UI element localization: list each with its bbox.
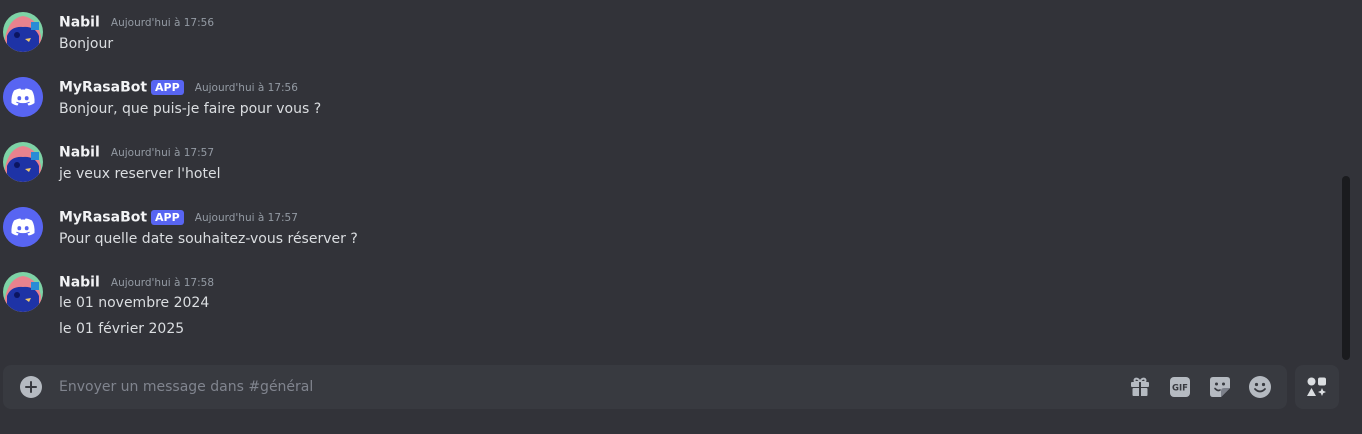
message-content: Pour quelle date souhaitez-vous réserver… xyxy=(59,231,358,247)
message-author[interactable]: Nabil xyxy=(59,145,100,161)
message-content: je veux reserver l'hotel xyxy=(59,166,221,182)
discord-logo-icon xyxy=(3,77,43,117)
upload-button[interactable] xyxy=(19,375,43,399)
gift-button[interactable] xyxy=(1128,375,1152,399)
gift-icon xyxy=(1131,377,1149,396)
user-avatar-icon xyxy=(3,272,43,312)
app-badge: APP xyxy=(151,210,184,225)
message-composer: GIF xyxy=(3,365,1287,409)
message-content: Bonjour, que puis-je faire pour vous ? xyxy=(59,101,322,117)
message-input[interactable] xyxy=(59,377,1109,397)
message-list: Nabil Aujourd'hui à 17:56 Bonjour MyRasa… xyxy=(0,0,1340,360)
message-timestamp: Aujourd'hui à 17:57 xyxy=(194,211,298,224)
bot-avatar[interactable] xyxy=(3,77,43,117)
message-content: le 01 novembre 2024 xyxy=(59,295,210,311)
scrollbar-thumb[interactable] xyxy=(1342,176,1350,360)
discord-logo-icon xyxy=(3,207,43,247)
user-avatar[interactable] xyxy=(3,142,43,182)
user-avatar[interactable] xyxy=(3,12,43,52)
gif-icon: GIF xyxy=(1170,377,1190,397)
bot-avatar[interactable] xyxy=(3,207,43,247)
message-author[interactable]: MyRasaBot xyxy=(59,80,147,96)
message-author[interactable]: MyRasaBot xyxy=(59,210,147,226)
apps-icon xyxy=(1307,377,1326,396)
emoji-icon xyxy=(1249,376,1271,398)
message-timestamp: Aujourd'hui à 17:58 xyxy=(110,276,215,289)
message-timestamp: Aujourd'hui à 17:56 xyxy=(194,81,298,94)
message-content: Bonjour xyxy=(59,36,114,52)
user-avatar-icon xyxy=(3,12,43,52)
message-content: le 01 février 2025 xyxy=(59,321,185,337)
emoji-button[interactable] xyxy=(1248,375,1272,399)
user-avatar[interactable] xyxy=(3,272,43,312)
app-badge: APP xyxy=(151,80,184,95)
sticker-icon xyxy=(1210,377,1230,397)
gif-button[interactable]: GIF xyxy=(1168,375,1192,399)
apps-button[interactable] xyxy=(1295,365,1339,409)
message-author[interactable]: Nabil xyxy=(59,275,100,291)
message-author[interactable]: Nabil xyxy=(59,15,100,31)
message-timestamp: Aujourd'hui à 17:56 xyxy=(110,16,215,29)
sticker-button[interactable] xyxy=(1208,375,1232,399)
message-timestamp: Aujourd'hui à 17:57 xyxy=(110,146,215,159)
plus-circle-icon xyxy=(20,376,42,398)
gif-label: GIF xyxy=(1172,384,1188,394)
user-avatar-icon xyxy=(3,142,43,182)
